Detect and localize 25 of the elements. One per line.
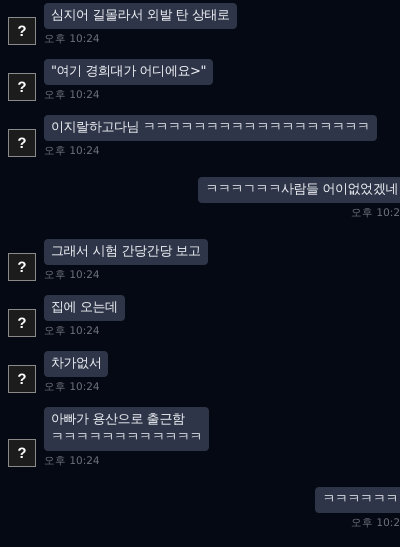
avatar[interactable]: ?: [8, 73, 36, 101]
message-bubble: 집에 오는데: [44, 295, 125, 321]
avatar[interactable]: ?: [8, 129, 36, 157]
avatar[interactable]: ?: [8, 253, 36, 281]
message-bubble: 차가없서: [44, 351, 108, 377]
message-time: 오후 10:24: [44, 33, 100, 46]
message-bubble: ㅋㅋㅋㄱㅋㅋ사람들 어이없었겠네: [198, 177, 400, 203]
message-bubble: "여기 경희대가 어디에요>": [44, 59, 214, 85]
message-time: 오후 10:24: [44, 269, 100, 282]
message-time: 오후 10:24: [44, 381, 100, 394]
message-time: 오후 10:2: [351, 207, 400, 220]
message-bubble: 이지랄하고다님 ㅋㅋㅋㅋㅋㅋㅋㅋㅋㅋㅋㅋㅋㅋㅋㅋㅋㅋ: [44, 115, 377, 141]
message-time: 오후 10:24: [44, 455, 100, 468]
message-time: 오후 10:24: [44, 145, 100, 158]
message-time: 오후 10:24: [44, 325, 100, 338]
avatar[interactable]: ?: [8, 17, 36, 45]
avatar[interactable]: ?: [8, 309, 36, 337]
message-bubble: 심지어 길몰라서 외발 탄 상태로: [44, 3, 237, 29]
message-bubble: 그래서 시험 간당간당 보고: [44, 239, 208, 265]
message-time: 오후 10:2: [351, 517, 400, 530]
avatar[interactable]: ?: [8, 365, 36, 393]
message-bubble: ㅋㅋㅋㅋㅋㅋ: [315, 487, 400, 513]
avatar[interactable]: ?: [8, 439, 36, 467]
message-bubble: 아빠가 용산으로 출근함 ㅋㅋㅋㅋㅋㅋㅋㅋㅋㅋㅋㅋ: [44, 407, 210, 451]
message-time: 오후 10:24: [44, 89, 100, 102]
